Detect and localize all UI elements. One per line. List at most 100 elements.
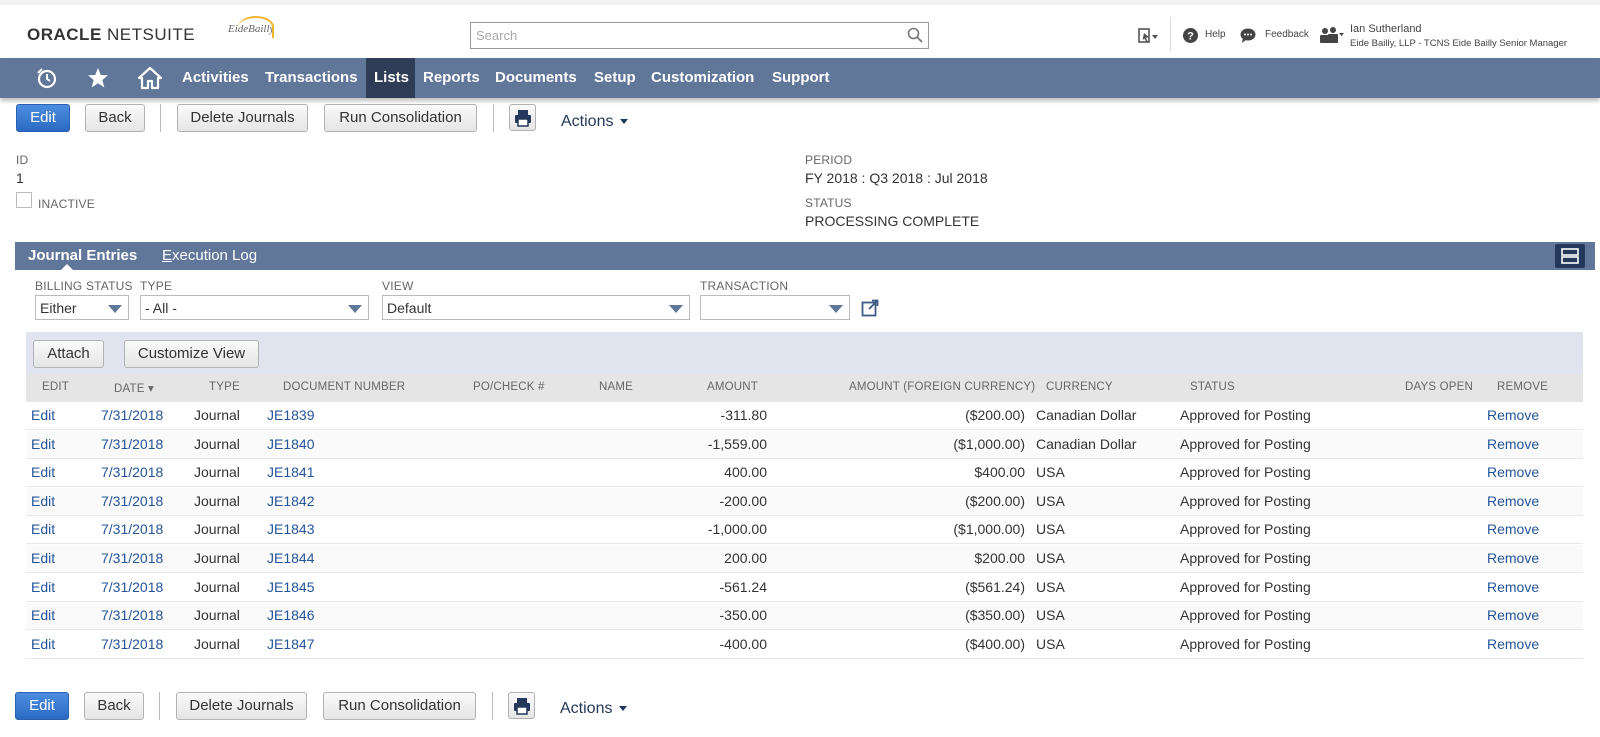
nav-lists[interactable]: Lists: [366, 58, 415, 98]
row-currency: USA: [1036, 492, 1065, 509]
row-amount: -400.00: [719, 635, 767, 652]
col-header-po-check[interactable]: PO/CHECK #: [473, 381, 545, 393]
favorites-star-icon[interactable]: [86, 66, 110, 90]
user-name[interactable]: Ian Sutherland: [1350, 23, 1422, 35]
col-header-currency[interactable]: CURRENCY: [1046, 381, 1113, 393]
actions-menu-bottom[interactable]: Actions: [560, 700, 627, 718]
oracle-netsuite-logo[interactable]: ORACLE NETSUITE: [27, 25, 195, 45]
customize-view-button[interactable]: Customize View: [124, 340, 259, 368]
row-type: Journal: [194, 550, 240, 566]
row-status: Approved for Posting: [1180, 578, 1311, 595]
row-remove-link[interactable]: Remove: [1487, 407, 1539, 423]
nav-customization[interactable]: Customization: [643, 58, 762, 98]
nav-activities[interactable]: Activities: [174, 58, 257, 98]
type-select[interactable]: - All -: [140, 295, 369, 320]
row-edit-link[interactable]: Edit: [31, 464, 55, 480]
row-remove-link[interactable]: Remove: [1487, 607, 1539, 623]
row-edit-link[interactable]: Edit: [31, 579, 55, 595]
row-document-number[interactable]: JE1840: [267, 436, 314, 452]
row-date[interactable]: 7/31/2018: [101, 493, 163, 509]
actions-menu[interactable]: Actions: [561, 113, 628, 131]
row-remove-link[interactable]: Remove: [1487, 464, 1539, 480]
row-date[interactable]: 7/31/2018: [101, 407, 163, 423]
role-switch-icon[interactable]: [1319, 26, 1345, 44]
toolbar-divider: [492, 692, 493, 720]
user-role[interactable]: Eide Bailly, LLP - TCNS Eide Bailly Seni…: [1350, 38, 1567, 49]
delete-journals-button-bottom[interactable]: Delete Journals: [176, 692, 307, 720]
nav-setup[interactable]: Setup: [586, 58, 644, 98]
row-edit-link[interactable]: Edit: [31, 436, 55, 452]
col-header-name[interactable]: NAME: [599, 381, 633, 393]
row-edit-link[interactable]: Edit: [31, 636, 55, 652]
col-header-date[interactable]: DATE ▾: [114, 381, 154, 395]
row-document-number[interactable]: JE1843: [267, 521, 314, 537]
row-date[interactable]: 7/31/2018: [101, 607, 163, 623]
billing-status-select[interactable]: Either: [35, 295, 129, 320]
row-edit-link[interactable]: Edit: [31, 607, 55, 623]
open-link-icon[interactable]: [861, 299, 879, 317]
recent-records-icon[interactable]: [1137, 27, 1159, 45]
edit-button[interactable]: Edit: [16, 104, 70, 132]
row-date[interactable]: 7/31/2018: [101, 436, 163, 452]
view-value: Default: [387, 300, 432, 316]
row-document-number[interactable]: JE1847: [267, 636, 314, 652]
row-edit-link[interactable]: Edit: [31, 407, 55, 423]
edit-button-bottom[interactable]: Edit: [15, 692, 69, 720]
row-date[interactable]: 7/31/2018: [101, 521, 163, 537]
row-document-number[interactable]: JE1839: [267, 407, 314, 423]
row-status: Approved for Posting: [1180, 464, 1311, 481]
delete-journals-button[interactable]: Delete Journals: [177, 104, 308, 132]
recent-history-icon[interactable]: [35, 66, 59, 90]
row-currency: Canadian Dollar: [1036, 435, 1137, 452]
col-header-amount-foreign[interactable]: AMOUNT (FOREIGN CURRENCY): [849, 381, 1035, 393]
inactive-checkbox[interactable]: [16, 192, 32, 208]
help-icon: ?: [1183, 28, 1198, 43]
type-label: TYPE: [140, 279, 173, 293]
view-select[interactable]: Default: [382, 295, 690, 320]
col-header-days-open[interactable]: DAYS OPEN: [1405, 381, 1473, 393]
nav-support[interactable]: Support: [764, 58, 838, 98]
back-button[interactable]: Back: [85, 104, 145, 132]
transaction-select[interactable]: [700, 295, 850, 320]
row-date[interactable]: 7/31/2018: [101, 550, 163, 566]
row-status: Approved for Posting: [1180, 521, 1311, 538]
tab-journal-entries[interactable]: Journal Entries: [28, 247, 137, 264]
row-date[interactable]: 7/31/2018: [101, 636, 163, 652]
global-search-input[interactable]: Search: [470, 22, 929, 49]
row-remove-link[interactable]: Remove: [1487, 493, 1539, 509]
row-edit-link[interactable]: Edit: [31, 521, 55, 537]
row-remove-link[interactable]: Remove: [1487, 521, 1539, 537]
nav-documents[interactable]: Documents: [487, 58, 585, 98]
row-document-number[interactable]: JE1842: [267, 493, 314, 509]
row-document-number[interactable]: JE1844: [267, 550, 314, 566]
row-document-number[interactable]: JE1845: [267, 579, 314, 595]
row-remove-link[interactable]: Remove: [1487, 579, 1539, 595]
attach-button[interactable]: Attach: [33, 340, 104, 368]
col-header-amount[interactable]: AMOUNT: [707, 381, 758, 393]
row-amount-foreign: ($200.00): [965, 407, 1025, 423]
row-remove-link[interactable]: Remove: [1487, 436, 1539, 452]
row-edit-link[interactable]: Edit: [31, 550, 55, 566]
nav-transactions[interactable]: Transactions: [257, 58, 366, 98]
print-button-bottom[interactable]: [508, 692, 535, 719]
run-consolidation-button-bottom[interactable]: Run Consolidation: [323, 692, 476, 720]
home-icon[interactable]: [138, 66, 162, 90]
row-document-number[interactable]: JE1846: [267, 607, 314, 623]
row-remove-link[interactable]: Remove: [1487, 636, 1539, 652]
col-header-document-number[interactable]: DOCUMENT NUMBER: [283, 381, 405, 393]
col-header-status[interactable]: STATUS: [1190, 381, 1235, 393]
row-edit-link[interactable]: Edit: [31, 493, 55, 509]
print-button[interactable]: [509, 104, 536, 131]
run-consolidation-button[interactable]: Run Consolidation: [324, 104, 477, 132]
row-document-number[interactable]: JE1841: [267, 464, 314, 480]
row-date[interactable]: 7/31/2018: [101, 464, 163, 480]
row-date[interactable]: 7/31/2018: [101, 579, 163, 595]
nav-reports[interactable]: Reports: [415, 58, 488, 98]
tab-execution-log[interactable]: Execution Log: [162, 247, 257, 264]
row-currency: USA: [1036, 607, 1065, 624]
search-icon[interactable]: [907, 27, 923, 43]
col-header-type[interactable]: TYPE: [209, 381, 240, 393]
collapse-toggle-button[interactable]: [1555, 244, 1585, 268]
back-button-bottom[interactable]: Back: [84, 692, 144, 720]
row-remove-link[interactable]: Remove: [1487, 550, 1539, 566]
